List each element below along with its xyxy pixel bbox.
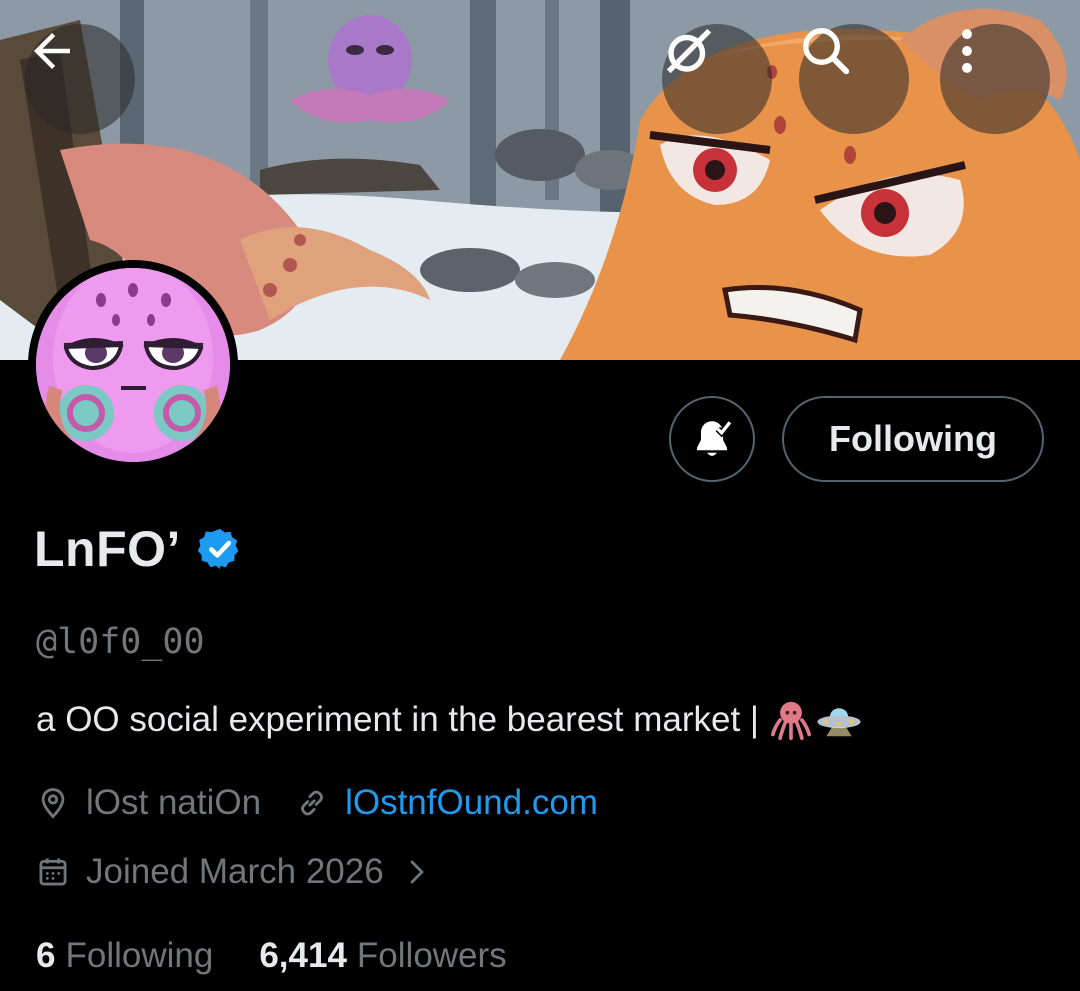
ufo-emoji: [817, 708, 861, 737]
more-vertical-icon: [962, 29, 972, 73]
website-link[interactable]: lOstnfOund.com: [345, 783, 598, 823]
chevron-right-icon: [410, 860, 424, 884]
bell-subscribed-icon: [697, 420, 733, 456]
verified-badge-icon[interactable]: [197, 526, 243, 572]
joined-date: Joined March 2026: [86, 852, 384, 891]
followers-label: Followers: [356, 936, 507, 975]
notifications-button[interactable]: [669, 396, 755, 482]
display-name: LnFO’: [34, 521, 181, 577]
search-button[interactable]: [799, 24, 909, 134]
bio-text: a OO social experiment in the bearest ma…: [36, 700, 760, 739]
bio: a OO social experiment in the bearest ma…: [36, 700, 863, 740]
joined-row[interactable]: Joined March 2026: [36, 852, 432, 892]
back-button[interactable]: [25, 24, 135, 134]
more-options-button[interactable]: [940, 24, 1050, 134]
location: lOst natiOn: [36, 783, 261, 823]
search-icon: [803, 28, 850, 75]
following-label: Following: [65, 936, 214, 975]
following-button[interactable]: Following: [782, 396, 1044, 482]
octopus-emoji: [771, 701, 812, 740]
handle: @l0f0_00: [36, 622, 205, 662]
avatar-image: [36, 268, 230, 462]
grok-icon: [666, 28, 712, 74]
following-stat[interactable]: 6 Following: [36, 936, 213, 976]
calendar-icon: [39, 858, 67, 886]
location-pin-icon: [41, 788, 65, 819]
website[interactable]: lOstnfOund.com: [295, 783, 598, 823]
follow-stats: 6 Following 6,414 Followers: [36, 936, 507, 976]
name-row: LnFO’: [34, 520, 243, 578]
avatar[interactable]: [28, 260, 238, 470]
profile-meta: lOst natiOn lOstnfOund.com: [36, 783, 598, 823]
followers-count: 6,414: [259, 936, 347, 975]
grok-button[interactable]: [662, 24, 772, 134]
location-text: lOst natiOn: [86, 783, 262, 822]
arrow-left-icon: [34, 33, 70, 69]
followers-stat[interactable]: 6,414 Followers: [259, 936, 506, 976]
following-count: 6: [36, 936, 56, 975]
bio-emojis: [769, 700, 863, 740]
link-icon: [301, 790, 324, 816]
